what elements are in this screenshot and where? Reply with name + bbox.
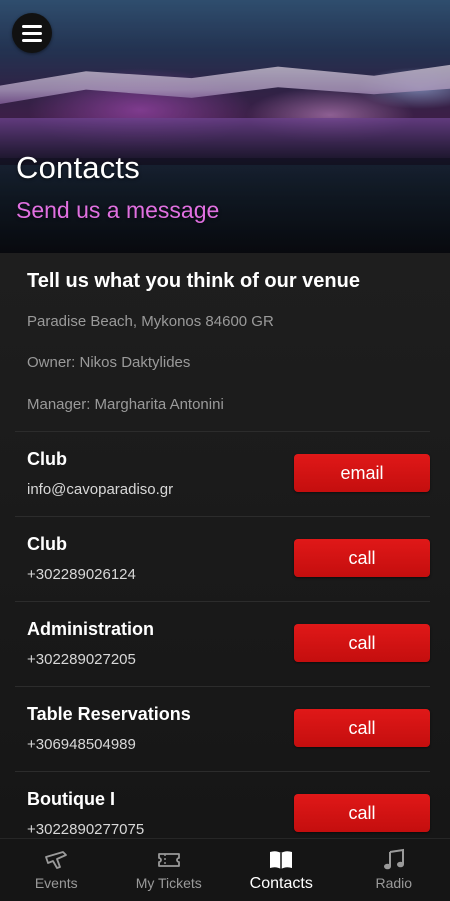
venue-manager: Manager: Margharita Antonini	[27, 396, 224, 413]
nav-label: Radio	[375, 875, 412, 891]
ticket-icon	[156, 848, 182, 872]
contacts-panel: Tell us what you think of our venue Para…	[0, 253, 450, 838]
contact-phone: +306948504989	[27, 736, 136, 753]
bottom-navigation: Events My Tickets Contacts Radio	[0, 838, 450, 901]
contact-phone: +302289026124	[27, 566, 136, 583]
music-note-icon	[381, 848, 407, 872]
page-title: Contacts	[16, 150, 140, 186]
contact-row: Administration +302289027205 call	[15, 601, 430, 687]
contact-row: Boutique I +3022890277075 call	[15, 771, 430, 838]
contact-name: Administration	[27, 619, 154, 640]
nav-tab-events[interactable]: Events	[0, 839, 113, 901]
venue-owner: Owner: Nikos Daktylides	[27, 354, 190, 371]
contact-email: info@cavoparadiso.gr	[27, 481, 173, 498]
contact-phone: +3022890277075	[27, 821, 144, 838]
hamburger-icon-bar	[22, 39, 42, 42]
call-button[interactable]: call	[294, 709, 430, 747]
call-button[interactable]: call	[294, 539, 430, 577]
contact-row: Table Reservations +306948504989 call	[15, 686, 430, 772]
contact-name: Club	[27, 449, 67, 470]
contact-name: Boutique I	[27, 789, 115, 810]
events-icon	[43, 848, 69, 872]
nav-tab-my-tickets[interactable]: My Tickets	[113, 839, 226, 901]
venue-heading: Tell us what you think of our venue	[27, 270, 360, 293]
send-message-link[interactable]: Send us a message	[16, 197, 219, 224]
nav-label: Events	[35, 875, 78, 891]
contact-row: Club info@cavoparadiso.gr email	[15, 431, 430, 517]
contact-name: Club	[27, 534, 67, 555]
nav-label: My Tickets	[136, 875, 202, 891]
nav-tab-radio[interactable]: Radio	[338, 839, 450, 901]
nav-tab-contacts[interactable]: Contacts	[225, 839, 338, 901]
call-button[interactable]: call	[294, 794, 430, 832]
email-button[interactable]: email	[294, 454, 430, 492]
hamburger-icon	[22, 25, 42, 28]
contact-row: Club +302289026124 call	[15, 516, 430, 602]
hamburger-icon-bar	[22, 32, 42, 35]
contact-phone: +302289027205	[27, 651, 136, 668]
book-icon	[268, 848, 294, 872]
venue-address: Paradise Beach, Mykonos 84600 GR	[27, 313, 274, 330]
contact-name: Table Reservations	[27, 704, 191, 725]
call-button[interactable]: call	[294, 624, 430, 662]
menu-button[interactable]	[12, 13, 52, 53]
nav-label: Contacts	[250, 875, 313, 893]
